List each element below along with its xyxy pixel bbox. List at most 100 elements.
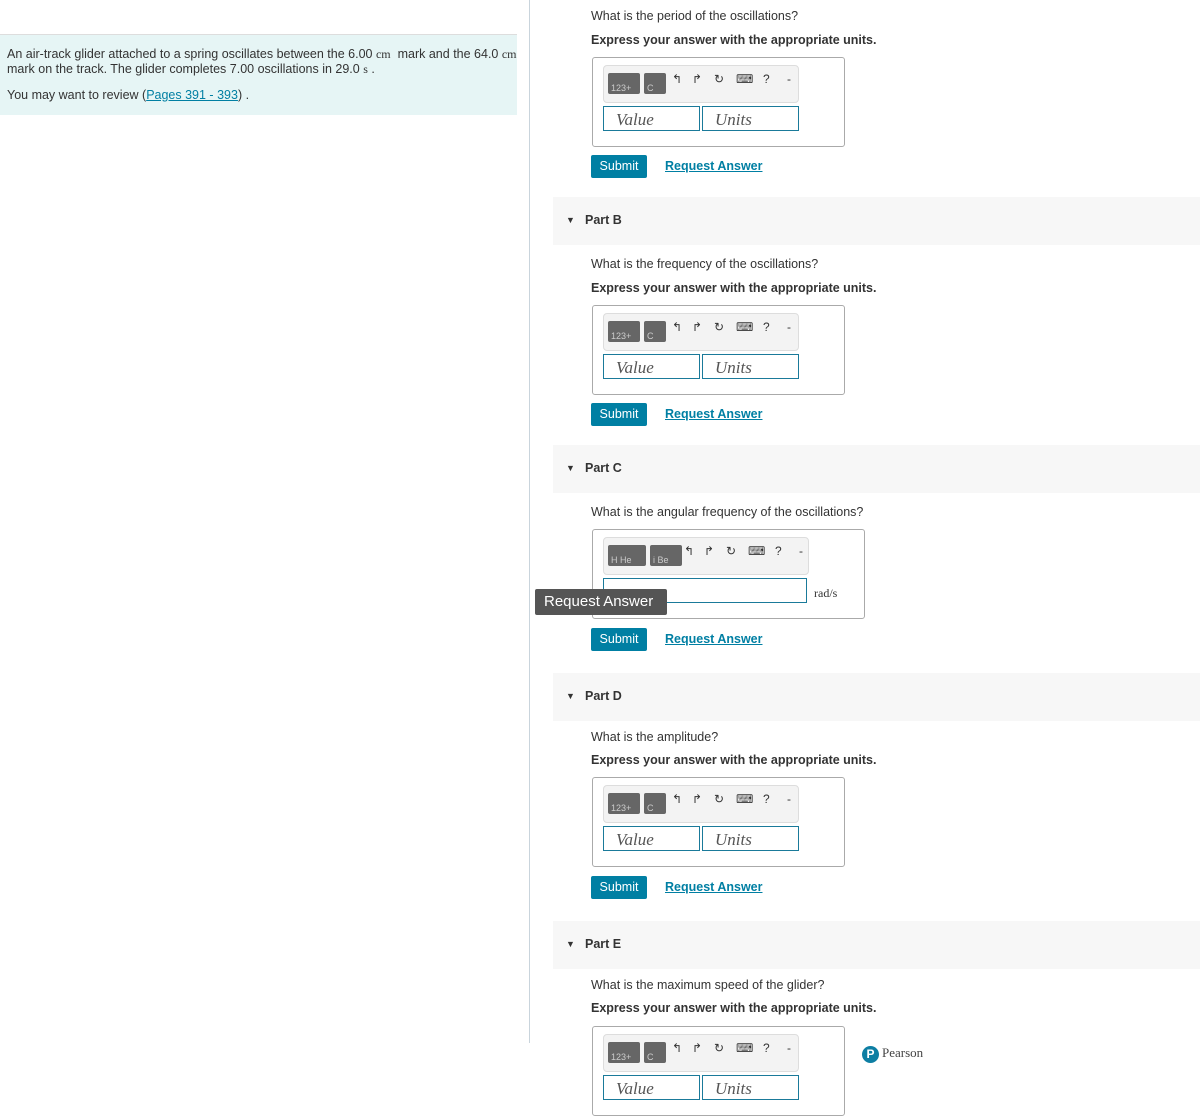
- math-toolbar: 123+ C ↰ ↱ ↻ ⌨ ? -: [603, 65, 799, 103]
- undo-icon[interactable]: ↰: [684, 544, 694, 558]
- part-label: Part B: [585, 213, 622, 227]
- reset-icon[interactable]: ↻: [714, 1041, 724, 1055]
- instructions: Express your answer with the appropriate…: [591, 281, 877, 295]
- instructions: Express your answer with the appropriate…: [591, 33, 877, 47]
- text: mark on the track. The glider completes …: [7, 62, 360, 76]
- template-label: i Be: [653, 555, 669, 565]
- value-input[interactable]: Value: [603, 826, 700, 851]
- caret-down-icon: ▼: [566, 691, 575, 701]
- question: What is the maximum speed of the glider?: [591, 978, 825, 992]
- unit: cm: [375, 47, 391, 61]
- templates-button[interactable]: H He: [608, 545, 646, 566]
- undo-icon[interactable]: ↰: [672, 320, 682, 334]
- units-input[interactable]: Units: [702, 106, 799, 131]
- redo-icon[interactable]: ↱: [704, 544, 714, 558]
- instructions: Express your answer with the appropriate…: [591, 1001, 877, 1015]
- pearson-logo: P Pearson: [862, 1045, 923, 1063]
- symbols-button[interactable]: C: [644, 1042, 666, 1063]
- question: What is the frequency of the oscillation…: [591, 257, 819, 271]
- templates-button[interactable]: 123+: [608, 73, 640, 94]
- redo-icon[interactable]: ↱: [692, 72, 702, 86]
- redo-icon[interactable]: ↱: [692, 792, 702, 806]
- submit-button[interactable]: Submit: [591, 628, 647, 651]
- problem-statement: An air-track glider attached to a spring…: [0, 34, 517, 115]
- units-input[interactable]: Units: [702, 1075, 799, 1100]
- text: An air-track glider attached to a spring…: [7, 47, 373, 61]
- more-icon[interactable]: -: [787, 792, 791, 806]
- part-header[interactable]: ▼ Part B: [553, 197, 1200, 245]
- template-label: C: [647, 803, 654, 813]
- template-label: C: [647, 331, 654, 341]
- symbols-button[interactable]: C: [644, 321, 666, 342]
- brand-name: Pearson: [882, 1045, 924, 1060]
- templates-button[interactable]: 123+: [608, 793, 640, 814]
- request-answer-link[interactable]: Request Answer: [665, 632, 762, 646]
- unit-label: rad/s: [814, 586, 838, 600]
- value-input[interactable]: Value: [603, 354, 700, 379]
- keyboard-icon[interactable]: ⌨: [748, 544, 765, 558]
- keyboard-icon[interactable]: ⌨: [736, 1041, 753, 1055]
- request-answer-link[interactable]: Request Answer: [665, 159, 762, 173]
- answer-box: 123+ C ↰ ↱ ↻ ⌨ ? - Value Units: [592, 1026, 845, 1116]
- keyboard-icon[interactable]: ⌨: [736, 320, 753, 334]
- question: What is the amplitude?: [591, 730, 719, 744]
- symbols-button[interactable]: i Be: [650, 545, 682, 566]
- reset-icon[interactable]: ↻: [714, 792, 724, 806]
- more-icon[interactable]: -: [787, 320, 791, 334]
- submit-button[interactable]: Submit: [591, 876, 647, 899]
- reset-icon[interactable]: ↻: [726, 544, 736, 558]
- value-input[interactable]: Value: [603, 1075, 700, 1100]
- template-label: 123+: [611, 83, 632, 93]
- divider: [529, 0, 530, 1043]
- unit: s: [363, 62, 368, 76]
- templates-button[interactable]: 123+: [608, 1042, 640, 1063]
- text: You may want to review (: [7, 88, 147, 102]
- part-label: Part E: [585, 937, 622, 951]
- math-toolbar: H He i Be ↰ ↱ ↻ ⌨ ? -: [603, 537, 809, 575]
- math-toolbar: 123+ C ↰ ↱ ↻ ⌨ ? -: [603, 1034, 799, 1072]
- reset-icon[interactable]: ↻: [714, 320, 724, 334]
- template-label: 123+: [611, 1052, 632, 1062]
- request-answer-link[interactable]: Request Answer: [665, 880, 762, 894]
- units-input[interactable]: Units: [702, 354, 799, 379]
- tooltip: Request Answer: [535, 589, 667, 615]
- template-label: C: [647, 1052, 654, 1062]
- symbols-button[interactable]: C: [644, 73, 666, 94]
- help-icon[interactable]: ?: [763, 72, 770, 86]
- part-header[interactable]: ▼ Part D: [553, 673, 1200, 721]
- redo-icon[interactable]: ↱: [692, 320, 702, 334]
- units-input[interactable]: Units: [702, 826, 799, 851]
- template-label: C: [647, 83, 654, 93]
- answer-box: 123+ C ↰ ↱ ↻ ⌨ ? - Value Units: [592, 777, 845, 867]
- undo-icon[interactable]: ↰: [672, 792, 682, 806]
- undo-icon[interactable]: ↰: [672, 72, 682, 86]
- question: What is the period of the oscillations?: [591, 9, 799, 23]
- redo-icon[interactable]: ↱: [692, 1041, 702, 1055]
- keyboard-icon[interactable]: ⌨: [736, 72, 753, 86]
- text: ) .: [237, 88, 250, 102]
- symbols-button[interactable]: C: [644, 793, 666, 814]
- help-icon[interactable]: ?: [763, 1041, 770, 1055]
- templates-button[interactable]: 123+: [608, 321, 640, 342]
- reset-icon[interactable]: ↻: [714, 72, 724, 86]
- help-icon[interactable]: ?: [763, 792, 770, 806]
- pages-link[interactable]: Pages 391 - 393: [146, 88, 238, 102]
- more-icon[interactable]: -: [787, 1041, 791, 1055]
- help-icon[interactable]: ?: [775, 544, 782, 558]
- undo-icon[interactable]: ↰: [672, 1041, 682, 1055]
- help-icon[interactable]: ?: [763, 320, 770, 334]
- keyboard-icon[interactable]: ⌨: [736, 792, 753, 806]
- submit-button[interactable]: Submit: [591, 403, 647, 426]
- request-answer-link[interactable]: Request Answer: [665, 407, 762, 421]
- math-toolbar: 123+ C ↰ ↱ ↻ ⌨ ? -: [603, 313, 799, 351]
- math-toolbar: 123+ C ↰ ↱ ↻ ⌨ ? -: [603, 785, 799, 823]
- more-icon[interactable]: -: [799, 544, 803, 558]
- question: What is the angular frequency of the osc…: [591, 505, 864, 519]
- more-icon[interactable]: -: [787, 72, 791, 86]
- part-header[interactable]: ▼ Part E: [553, 921, 1200, 969]
- part-header[interactable]: ▼ Part C: [553, 445, 1200, 493]
- value-input[interactable]: Value: [603, 106, 700, 131]
- template-label: 123+: [611, 803, 632, 813]
- submit-button[interactable]: Submit: [591, 155, 647, 178]
- part-label: Part C: [585, 461, 622, 475]
